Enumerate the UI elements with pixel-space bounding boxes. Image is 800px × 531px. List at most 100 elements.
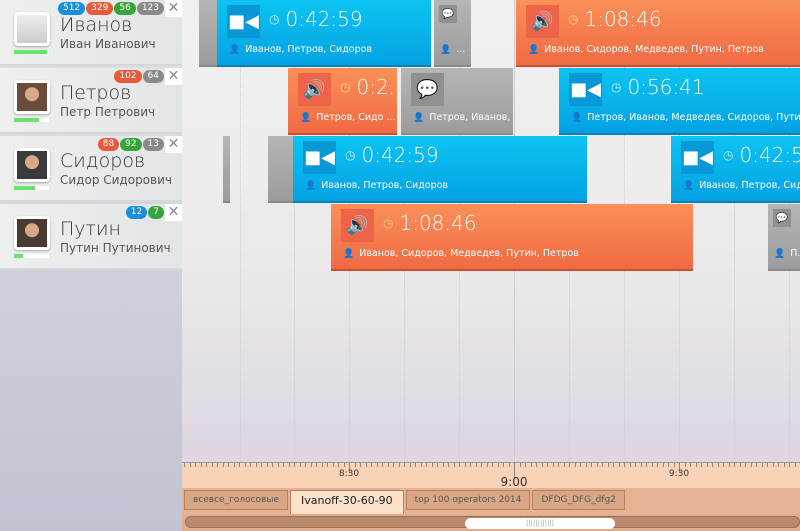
contact-item[interactable]: Сидоров Сидор Сидорович 88 92 13 ✕: [0, 136, 182, 202]
count-badge: 329: [86, 2, 114, 15]
tab-3[interactable]: DFDG_DFG_dfg2: [532, 490, 625, 510]
count-badge: 12: [125, 206, 148, 219]
tick-mark: [552, 463, 554, 467]
chat-icon: 💬: [439, 5, 457, 23]
close-icon[interactable]: ✕: [165, 136, 182, 153]
tick-mark: [448, 463, 449, 467]
call-event[interactable]: ■◀ 0:42:59 Иванов, Петров, Сидоров: [671, 136, 800, 203]
tick-mark: [596, 463, 598, 467]
contact-name: Сидоров: [60, 150, 146, 172]
tick-mark: [332, 463, 334, 467]
call-event[interactable]: 🔊 1:08:46 Иванов, Сидоров, Медведев, Путин…: [331, 204, 693, 271]
tick-mark: [662, 463, 664, 467]
call-event[interactable]: [199, 0, 217, 67]
call-event[interactable]: ■◀ 0:56:41 Петров, Иванов, Медведев, Сидор…: [559, 68, 800, 135]
contact-item[interactable]: Путин Путин Путинович 12 7 ✕: [0, 204, 182, 270]
call-event[interactable]: 💬 Петров, Иванов, ...: [401, 68, 513, 135]
grid-line: [240, 0, 241, 462]
duration: 0:56:41: [611, 75, 704, 99]
tick-mark: [206, 463, 207, 467]
video-icon: ■◀: [303, 141, 336, 174]
tick-mark: [316, 463, 317, 467]
tick-mark: [728, 463, 730, 467]
tick-mark: [585, 463, 587, 467]
tick-mark: [508, 463, 510, 467]
tick-mark: [541, 463, 543, 467]
tick-mark: [195, 463, 196, 467]
duration: 0:42:59: [345, 143, 438, 167]
count-badge: 102: [114, 70, 142, 83]
close-icon[interactable]: ✕: [165, 68, 182, 85]
tick-mark: [217, 463, 218, 467]
tick-mark: [266, 463, 268, 467]
count-badge: 64: [142, 70, 164, 83]
tick-mark: [277, 463, 279, 467]
badge-group: 12 7: [125, 206, 164, 219]
call-event[interactable]: ■◀ 0:42:59 Иванов, Петров, Сидоров: [217, 0, 431, 67]
tick-mark: [442, 463, 444, 467]
tick-mark: [376, 463, 378, 467]
horizontal-scrollbar[interactable]: ||||||||||||: [182, 514, 800, 531]
tick-mark: [734, 463, 735, 467]
tab-0[interactable]: всевсе_голосовые: [184, 490, 288, 510]
tick-mark: [783, 463, 785, 467]
tick-mark: [503, 463, 504, 467]
tick-mark: [525, 463, 526, 467]
contact-patronymic: Петр Петрович: [60, 105, 156, 119]
close-icon[interactable]: ✕: [165, 0, 182, 17]
activity-bar: [14, 118, 49, 122]
badge-group: 88 92 13: [97, 138, 164, 151]
tick-mark: [497, 463, 499, 467]
video-icon: ■◀: [227, 5, 260, 38]
call-event[interactable]: [223, 136, 230, 203]
tick-mark: [723, 463, 724, 467]
tick-mark: [591, 463, 592, 467]
tick-mark: [453, 463, 455, 467]
count-badge: 88: [97, 138, 120, 151]
call-event[interactable]: 💬...: [434, 0, 471, 67]
tick-mark: [712, 463, 713, 467]
ruler-label: 9:00: [500, 475, 528, 489]
call-event[interactable]: ■◀ 0:42:59 Иванов, Петров, Сидоров: [293, 136, 587, 203]
call-event[interactable]: [268, 136, 293, 203]
call-event[interactable]: 🔊 0:2... Петров, Сидо ...: [288, 68, 397, 135]
tab-1[interactable]: Ivanoff-30-60-90: [289, 490, 404, 514]
close-icon[interactable]: ✕: [165, 204, 182, 221]
time-ruler: 8:30 9:00 9:30: [182, 462, 800, 489]
tick-mark: [338, 463, 339, 467]
scroll-track[interactable]: ||||||||||||: [185, 516, 800, 529]
tick-mark: [794, 463, 796, 467]
tick-mark: [558, 463, 559, 467]
tick-mark: [789, 463, 790, 467]
tick-mark: [635, 463, 636, 467]
tick-mark: [673, 463, 675, 467]
participants: П...: [774, 248, 800, 259]
tick-mark: [651, 463, 653, 467]
duration: 1:08:46: [568, 7, 661, 31]
count-badge: 123: [136, 2, 164, 15]
tick-mark: [382, 463, 383, 467]
tick-mark: [283, 463, 284, 467]
speaker-icon: 🔊: [341, 209, 374, 242]
call-event[interactable]: 🔊 1:08:46 Иванов, Сидоров, Медведев, Путин…: [516, 0, 800, 67]
tick-mark: [387, 463, 389, 467]
tab-2[interactable]: top 100 operators 2014: [405, 490, 531, 510]
tick-mark: [294, 463, 295, 467]
participants: Иванов, Сидоров, Медведев, Путин, Петров: [343, 248, 579, 259]
tick-mark: [343, 463, 345, 467]
count-badge: 56: [114, 2, 136, 15]
tick-mark: [475, 463, 477, 467]
tick-mark: [437, 463, 438, 467]
contact-item[interactable]: Петров Петр Петрович 102 64 ✕: [0, 68, 182, 134]
scroll-thumb[interactable]: ||||||||||||: [465, 518, 615, 529]
contact-item[interactable]: Иванов Иван Иванович 512 329 56 123 ✕: [0, 0, 182, 66]
tick-mark: [646, 463, 647, 467]
call-event[interactable]: 💬 П...: [768, 204, 800, 271]
tick-mark: [288, 463, 290, 467]
tick-mark: [310, 463, 312, 467]
tick-mark: [574, 463, 576, 467]
tick-mark: [409, 463, 411, 467]
tick-mark: [569, 463, 570, 467]
duration: 0:42:59: [723, 143, 800, 167]
tick-mark: [200, 463, 202, 467]
